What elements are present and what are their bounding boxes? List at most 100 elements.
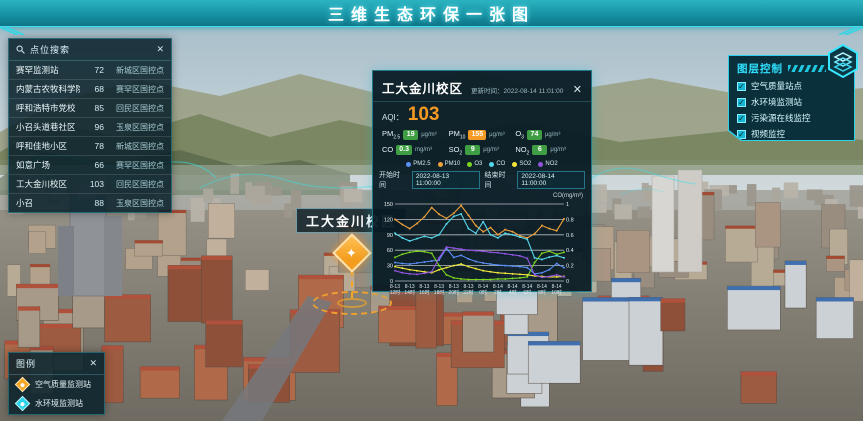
station-type: 新城区国控点 [104, 65, 164, 76]
checkbox-checked[interactable]: ✓ [737, 98, 746, 107]
station-row[interactable]: 内蒙古农牧科学院 68 赛罕区国控点 [9, 80, 171, 99]
pollutant-value-badge: 9 [465, 145, 480, 155]
station-aqi: 88 [80, 198, 104, 208]
layer-item-air-stations[interactable]: ✓ 空气质量站点 [737, 80, 846, 92]
svg-text:150: 150 [384, 202, 393, 208]
svg-text:10时: 10时 [551, 289, 562, 296]
legend-chip: NO2 [538, 161, 557, 167]
chart-legend: PM2.5PM10O3COSO2NO2 [373, 158, 591, 168]
svg-text:18时: 18时 [434, 289, 445, 296]
svg-text:0.6: 0.6 [566, 233, 574, 239]
svg-text:0.8: 0.8 [566, 217, 574, 223]
right-axis-title: CO(mg/m³) [373, 192, 591, 199]
legend-dot [512, 162, 517, 167]
svg-text:20时: 20时 [449, 289, 460, 296]
pollutant-trend-chart: 030609012015000.20.40.60.818-1312时8-1314… [378, 199, 586, 297]
map-legend-panel: 图例 ✕ 空气质量监测站 水环境监测站 [8, 352, 105, 415]
station-type: 玉泉区国控点 [104, 198, 164, 209]
svg-text:12时: 12时 [390, 289, 401, 296]
station-aqi: 85 [80, 103, 104, 113]
legend-dot [406, 162, 411, 167]
station-row[interactable]: 如意广场 66 赛罕区国控点 [9, 156, 171, 175]
legend-dot [489, 162, 494, 167]
pollutant-pm25: PM2.5 19 μg/m³ [382, 129, 449, 141]
svg-text:30: 30 [387, 264, 393, 270]
svg-text:2时: 2时 [494, 289, 502, 296]
station-type: 回民区国控点 [104, 179, 164, 190]
close-icon[interactable]: ✕ [573, 86, 582, 95]
close-icon[interactable]: ✕ [89, 359, 97, 368]
layer-item-video[interactable]: ✓ 视频监控 [737, 128, 846, 140]
pollutant-value-badge: 155 [468, 130, 486, 140]
station-name: 如意广场 [16, 159, 80, 171]
station-type: 回民区国控点 [104, 103, 164, 114]
station-row[interactable]: 呼和佳地小区 78 新城区国控点 [9, 137, 171, 156]
update-time-value: 2022-08-14 11:01:00 [504, 88, 564, 95]
pollutant-so2: SO2 9 μg/m³ [449, 145, 516, 157]
svg-text:6时: 6时 [523, 289, 531, 296]
pollutant-pm10: PM10 155 μg/m³ [449, 129, 516, 141]
station-search-panel: 点位搜索 ✕ 赛罕监测站 72 新城区国控点 内蒙古农牧科学院 68 赛罕区国控… [8, 38, 172, 213]
svg-text:8时: 8时 [538, 289, 546, 296]
pollutant-value-badge: 0.3 [396, 145, 412, 155]
pollutant-unit: mg/m³ [415, 147, 432, 153]
pollutant-value-badge: 19 [403, 130, 418, 140]
checkbox-checked[interactable]: ✓ [737, 114, 746, 123]
layers-hexagon-icon[interactable] [825, 43, 861, 79]
close-icon[interactable]: ✕ [156, 45, 164, 54]
layer-item-label: 水环境监测站 [751, 96, 802, 108]
station-aqi: 66 [80, 160, 104, 170]
station-type: 玉泉区国控点 [104, 122, 164, 133]
title-stripes-decoration [788, 65, 826, 72]
station-panel-header: 点位搜索 ✕ [9, 39, 171, 61]
station-type: 赛罕区国控点 [104, 84, 164, 95]
layer-item-water-stations[interactable]: ✓ 水环境监测站 [737, 96, 846, 108]
pollutant-unit: μg/m³ [483, 147, 498, 153]
header-accent-right [803, 27, 863, 35]
header-accent-left [0, 27, 60, 35]
station-row[interactable]: 赛罕监测站 72 新城区国控点 [9, 61, 171, 80]
pollutant-unit: μg/m³ [421, 132, 436, 138]
station-row[interactable]: 小召头道巷社区 96 玉泉区国控点 [9, 118, 171, 137]
aqi-label: AQI： [382, 112, 404, 123]
svg-text:4时: 4时 [509, 289, 517, 296]
svg-text:0时: 0时 [479, 289, 487, 296]
station-row[interactable]: 工大金川校区 103 回民区国控点 [9, 175, 171, 194]
pollutant-unit: μg/m³ [550, 147, 565, 153]
station-row[interactable]: 呼和浩特市党校 85 回民区国控点 [9, 99, 171, 118]
legend-item-air: 空气质量监测站 [9, 375, 104, 394]
legend-item-label: 水环境监测站 [35, 398, 83, 409]
station-row[interactable]: 小召 88 玉泉区国控点 [9, 194, 171, 212]
start-time-input[interactable]: 2022-08-13 11:00:00 [412, 171, 480, 189]
station-type: 赛罕区国控点 [104, 160, 164, 171]
legend-chip: SO2 [512, 161, 531, 167]
legend-dot [538, 162, 543, 167]
marker-range-ellipse-inner [337, 298, 367, 308]
legend-panel-title: 图例 [16, 357, 84, 370]
layer-control-panel: 图层控制 ✓ 空气质量站点 ✓ 水环境监测站 ✓ 污染源在线监控 ✓ 视频监控 … [728, 55, 855, 141]
checkbox-checked[interactable]: ✓ [737, 82, 746, 91]
layer-panel-title: 图层控制 [737, 61, 783, 76]
svg-text:90: 90 [387, 233, 393, 239]
end-time-input[interactable]: 2022-08-14 11:00:00 [517, 171, 585, 189]
pollutant-value-badge: 6 [532, 145, 547, 155]
legend-item-label: 空气质量监测站 [35, 379, 91, 390]
station-name: 小召 [16, 197, 80, 209]
legend-item-water: 水环境监测站 [9, 394, 104, 413]
legend-chip: PM2.5 [406, 161, 430, 167]
legend-dot [467, 162, 472, 167]
station-name: 呼和浩特市党校 [16, 102, 80, 114]
legend-chip: PM10 [438, 161, 461, 167]
popup-header: 工大金川校区 更新时间：2022-08-14 11:01:00 ✕ [373, 71, 591, 102]
station-aqi: 103 [80, 179, 104, 189]
page-title: 三维生态环保一张图 [328, 1, 535, 25]
layer-item-pollution-sources[interactable]: ✓ 污染源在线监控 [737, 112, 846, 124]
pollutant-unit: μg/m³ [545, 132, 560, 138]
layer-item-label: 视频监控 [751, 128, 785, 140]
search-icon [16, 45, 25, 54]
station-aqi: 72 [80, 65, 104, 75]
checkbox-checked[interactable]: ✓ [737, 130, 746, 139]
station-name: 小召头道巷社区 [16, 121, 80, 133]
station-panel-title: 点位搜索 [30, 43, 151, 56]
start-time-label: 开始时间 [379, 170, 407, 190]
